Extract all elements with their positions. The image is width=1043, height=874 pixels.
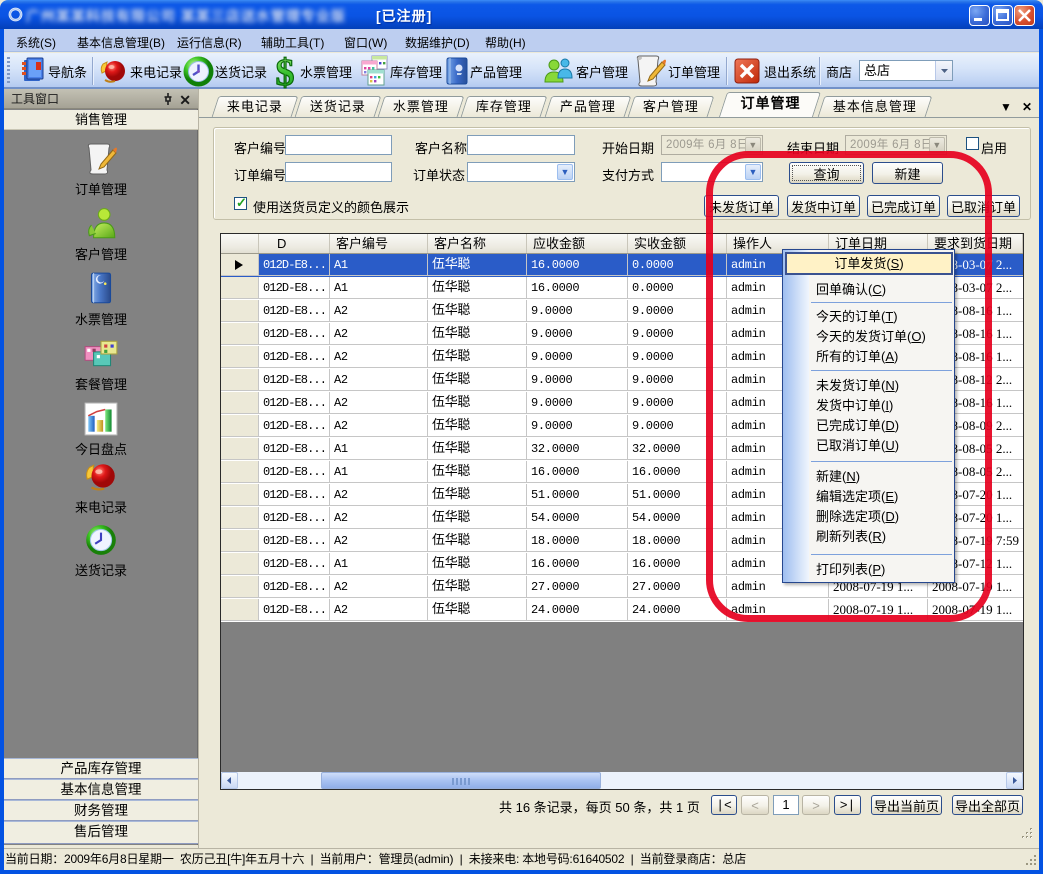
svg-text:$: $ xyxy=(276,53,295,91)
